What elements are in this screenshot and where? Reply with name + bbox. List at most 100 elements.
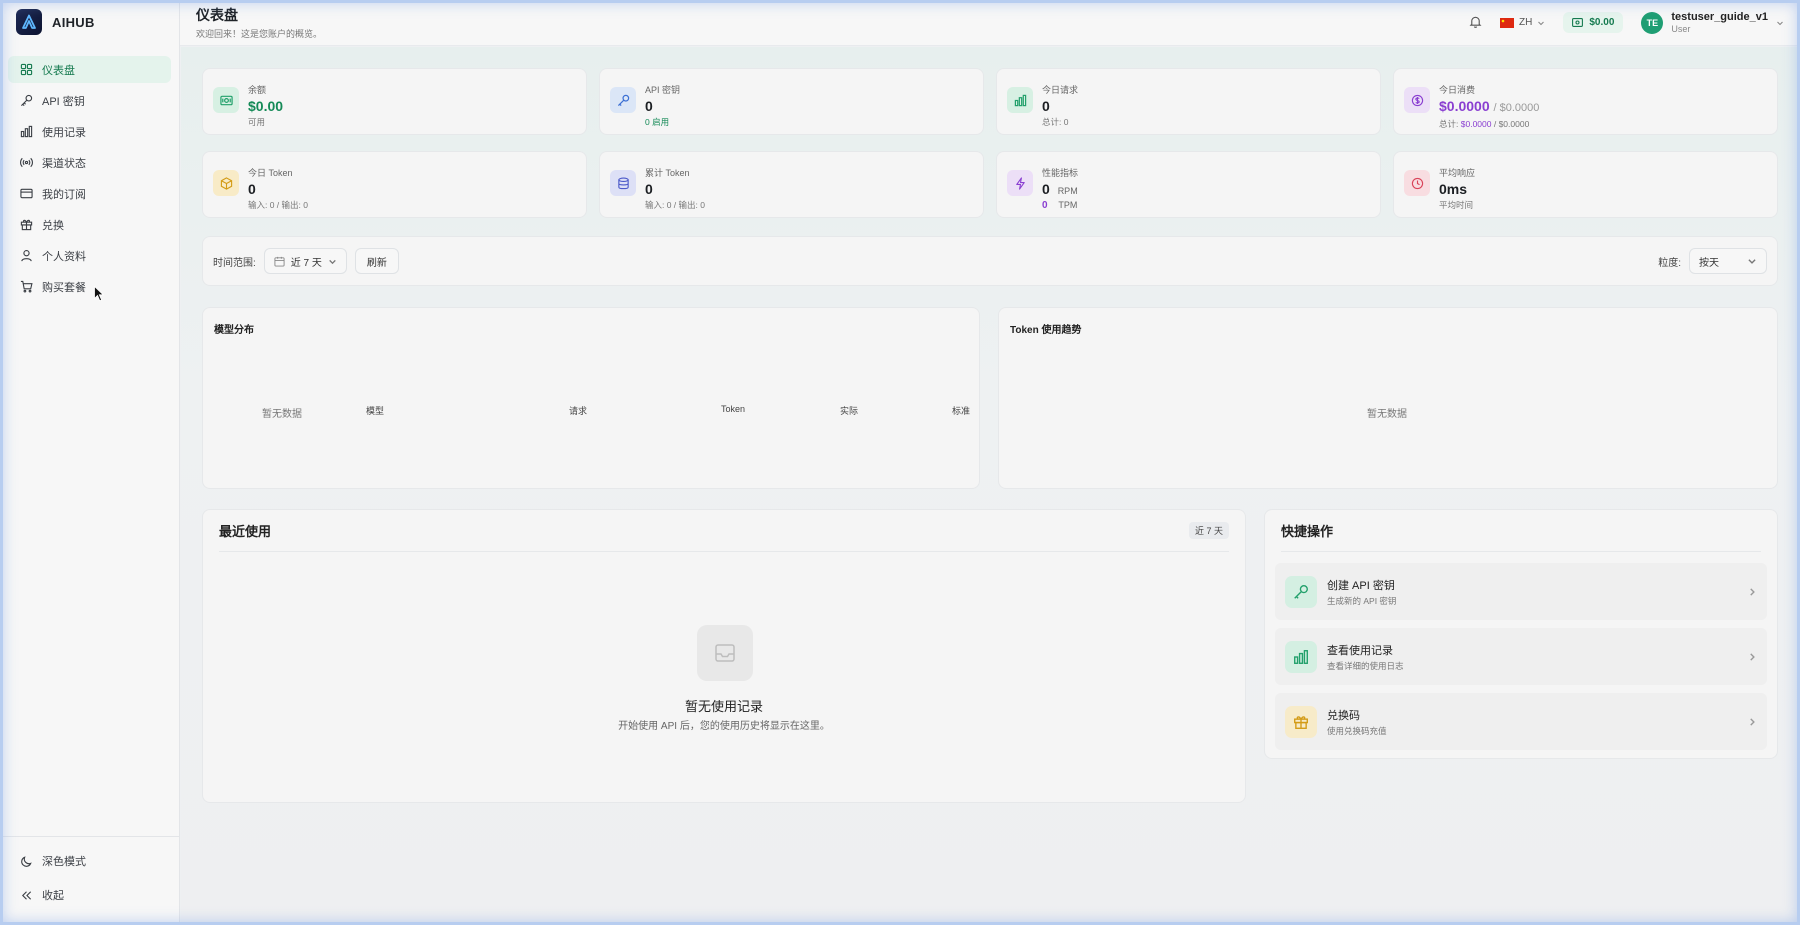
column-header-requests: 请求: [569, 406, 588, 416]
bell-icon[interactable]: [1469, 15, 1482, 31]
granularity-select[interactable]: 按天: [1689, 248, 1767, 274]
stat-sub-value: $0.0000: [1460, 119, 1492, 129]
gift-icon: [20, 219, 33, 231]
main-content: 余额 $0.00 可用 API 密钥 0 0 启用 今日请求 0 总计: 0 今…: [181, 47, 1797, 922]
brand-name: AIHUB: [52, 14, 95, 30]
quick-action-title: 查看使用记录: [1327, 644, 1393, 657]
stat-card-avg-response: 平均响应 0ms 平均时间: [1393, 151, 1778, 218]
sidebar-item-label: API 密钥: [42, 95, 85, 108]
stat-sub: 输入: 0 / 输出: 0: [248, 200, 308, 210]
sidebar-item-subscriptions[interactable]: 我的订阅: [8, 180, 171, 207]
stat-sub: 输入: 0 / 输出: 0: [645, 200, 705, 210]
sidebar-item-api-keys[interactable]: API 密钥: [8, 87, 171, 114]
clock-icon: [1404, 170, 1430, 196]
quick-action-title: 创建 API 密钥: [1327, 579, 1395, 592]
column-header-model: 模型: [366, 406, 385, 416]
sidebar-divider: [0, 836, 179, 837]
sidebar-bottom: 深色模式 收起: [0, 836, 179, 915]
sidebar-item-usage[interactable]: 使用记录: [8, 118, 171, 145]
column-header-actual: 实际: [840, 406, 859, 416]
model-distribution-panel: 模型分布 暂无数据 模型 请求 Token 实际 标准: [202, 307, 980, 489]
stat-sub: 总计: 0: [1042, 117, 1069, 127]
stat-card-api-keys: API 密钥 0 0 启用: [599, 68, 984, 135]
stat-value: 0: [248, 181, 256, 197]
refresh-button[interactable]: 刷新: [354, 248, 399, 274]
time-range-label: 时间范围:: [213, 257, 256, 269]
bar-chart-icon: [20, 125, 33, 138]
stat-value-rpm: 0 RPM: [1042, 181, 1078, 199]
sidebar-item-redeem[interactable]: 兑换: [8, 211, 171, 238]
chevron-right-icon: [1750, 717, 1755, 726]
recent-usage-title: 最近使用: [219, 524, 272, 539]
stat-label: 今日 Token: [248, 168, 293, 178]
dashboard-icon: [20, 63, 33, 76]
lightning-icon: [1007, 170, 1033, 196]
stat-sub: 可用: [248, 117, 266, 127]
stat-value: 0: [645, 98, 653, 114]
sidebar-item-channel-status[interactable]: 渠道状态: [8, 149, 171, 176]
sidebar-item-label: 使用记录: [42, 126, 86, 139]
stat-sub: 总计: $0.0000 / $0.0000: [1439, 118, 1539, 130]
avatar: TE: [1641, 11, 1664, 34]
sidebar-item-label: 购买套餐: [42, 281, 86, 294]
user-menu[interactable]: TE testuser_guide_v1 User: [1641, 11, 1784, 34]
collapse-sidebar-button[interactable]: 收起: [8, 881, 171, 909]
chevron-down-icon: [329, 259, 336, 264]
wallet-icon: [213, 87, 239, 113]
stat-sub: 平均时间: [1439, 200, 1474, 210]
time-range-select[interactable]: 近 7 天: [263, 248, 347, 274]
stat-label: 性能指标: [1042, 168, 1079, 178]
empty-usage-desc: 开始使用 API 后，您的使用历史将显示在这里。: [618, 721, 830, 732]
china-flag-icon: [1500, 17, 1515, 28]
empty-usage-title: 暂无使用记录: [684, 699, 763, 714]
sidebar-item-label: 个人资料: [42, 250, 86, 263]
tpm-unit: TPM: [1058, 200, 1078, 210]
rpm-unit: RPM: [1057, 186, 1078, 196]
quick-action-view-usage[interactable]: 查看使用记录 查看详细的使用日志: [1275, 628, 1767, 685]
brand[interactable]: AIHUB: [0, 0, 179, 44]
model-distribution-empty: 暂无数据: [262, 409, 302, 420]
stat-label: API 密钥: [645, 85, 681, 95]
sidebar-nav: 仪表盘 API 密钥 使用记录 渠道状态 我的订阅 兑换 个人资料 购买套餐: [0, 44, 179, 300]
dark-mode-toggle[interactable]: 深色模式: [8, 847, 171, 875]
user-icon: [21, 250, 32, 262]
stat-value: 0ms: [1439, 181, 1468, 197]
sidebar: AIHUB 仪表盘 API 密钥 使用记录 渠道状态 我的订阅 兑换 个人资料 …: [0, 0, 180, 925]
column-header-token: Token: [721, 404, 746, 414]
stat-label: 余额: [248, 85, 267, 95]
time-range-value: 近 7 天: [290, 257, 322, 269]
token-trend-title: Token 使用趋势: [1010, 325, 1082, 336]
stat-value-group: $0.0000 / $0.0000: [1439, 98, 1539, 116]
box-icon: [213, 170, 239, 196]
key-icon: [1285, 575, 1317, 608]
page-subtitle: 欢迎回来！这是您账户的概览。: [196, 29, 323, 39]
stat-card-today-token: 今日 Token 0 输入: 0 / 输出: 0: [202, 151, 587, 218]
top-header: 仪表盘 欢迎回来！这是您账户的概览。 ZH $0.00 TE testuser_…: [180, 0, 1800, 46]
header-balance[interactable]: $0.00: [1563, 12, 1624, 33]
filter-bar: 时间范围: 近 7 天 刷新 粒度: 按天: [202, 236, 1778, 286]
quick-action-create-api-key[interactable]: 创建 API 密钥 生成新的 API 密钥: [1275, 563, 1767, 620]
recent-usage-header: 最近使用 近 7 天: [219, 510, 1229, 552]
language-selector[interactable]: ZH: [1500, 17, 1545, 28]
collapse-label: 收起: [42, 890, 64, 902]
granularity-value: 按天: [1699, 257, 1719, 269]
quick-action-sub: 查看详细的使用日志: [1327, 660, 1404, 671]
stat-label: 平均响应: [1439, 168, 1476, 178]
aihub-logo-icon: [16, 9, 42, 35]
token-trend-panel: Token 使用趋势 暂无数据: [998, 307, 1778, 489]
sidebar-item-dashboard[interactable]: 仪表盘: [8, 56, 171, 83]
stat-card-balance: 余额 $0.00 可用: [202, 68, 587, 135]
chevron-down-icon: [1748, 259, 1756, 264]
chevron-right-icon: [1750, 652, 1755, 661]
model-distribution-title: 模型分布: [214, 325, 254, 336]
quick-action-redeem-code[interactable]: 兑换码 使用兑换码充值: [1275, 693, 1767, 750]
sidebar-item-profile[interactable]: 个人资料: [8, 242, 171, 269]
sidebar-item-buy-plan[interactable]: 购买套餐: [8, 273, 171, 300]
cart-icon: [20, 280, 33, 293]
bar-chart-icon: [1285, 640, 1317, 673]
tpm-value: 0: [1042, 200, 1048, 211]
quick-action-sub: 生成新的 API 密钥: [1327, 595, 1397, 606]
language-label: ZH: [1519, 17, 1533, 28]
wallet-icon: [1572, 18, 1584, 27]
sidebar-item-label: 兑换: [42, 219, 64, 232]
